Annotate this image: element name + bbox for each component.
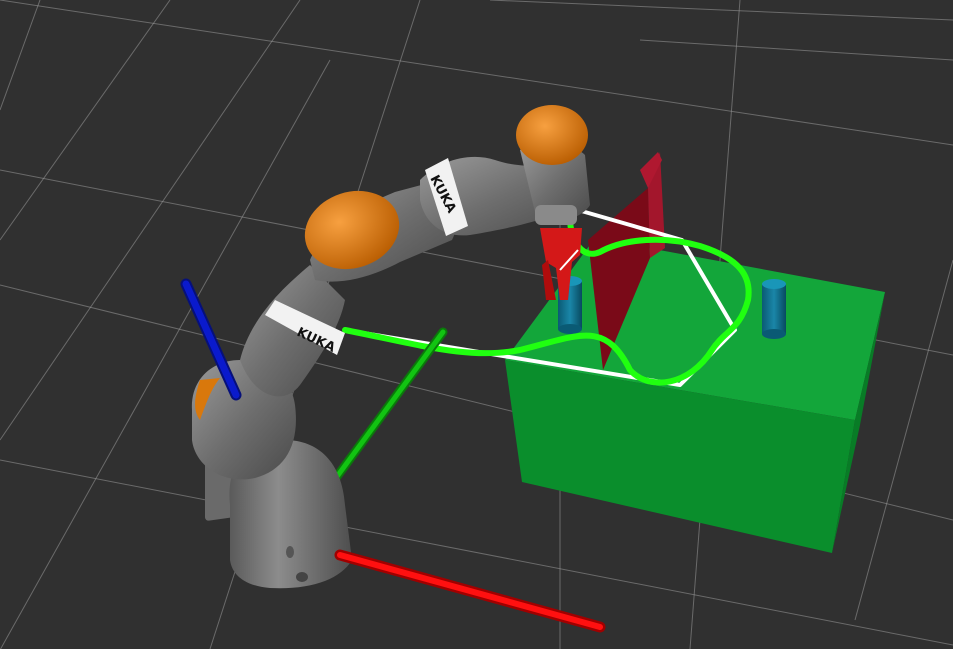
axis-x (334, 549, 606, 633)
grid-line (0, 0, 41, 111)
grid-line (0, 0, 171, 241)
scene-render[interactable]: KUKA KUKA (0, 0, 953, 649)
axis-y (317, 327, 448, 502)
cylinder-right[interactable] (762, 279, 786, 339)
grid-line (489, 0, 953, 21)
robot-link-lower[interactable] (191, 265, 345, 480)
3d-viewport[interactable]: KUKA KUKA (0, 0, 953, 649)
grid-line (639, 39, 953, 61)
grid-line (0, 0, 953, 146)
